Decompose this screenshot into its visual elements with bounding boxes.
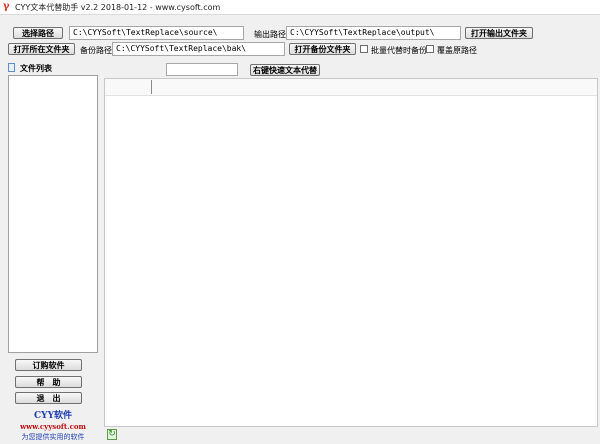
file-list[interactable] [8, 75, 98, 353]
title-bar: γ CYY文本代替助手 v2.2 2018-01-12 - www.cysoft… [0, 0, 600, 15]
text-editor-area[interactable] [104, 78, 598, 427]
document-icon [8, 63, 15, 72]
brand-block: CYY软件 www.cyysoft.com 为您提供实用的软件 [8, 408, 98, 442]
output-path-field[interactable]: C:\CYYSoft\TextReplace\output\ [286, 26, 461, 40]
exit-button[interactable]: 退 出 [15, 392, 82, 404]
refresh-icon[interactable]: ↻ [107, 429, 117, 440]
brand-title: CYY软件 [33, 411, 72, 421]
editor-cursor-divider [151, 80, 152, 94]
open-backup-folder-button[interactable]: 打开备份文件夹 [289, 43, 356, 55]
open-containing-folder-button[interactable]: 打开所在文件夹 [8, 43, 75, 55]
output-path-label: 输出路径 [254, 30, 286, 39]
brand-slogan: 为您提供实用的软件 [21, 433, 85, 441]
batch-backup-label: 批量代替时备份 [371, 46, 427, 55]
editor-tab-strip [105, 79, 597, 96]
batch-backup-checkbox[interactable] [360, 45, 368, 53]
order-software-button[interactable]: 订购软件 [15, 359, 82, 371]
overwrite-path-checkbox[interactable] [426, 45, 434, 53]
status-bar: ↻ [104, 427, 598, 444]
backup-path-label: 备份路径 [80, 46, 112, 55]
open-output-folder-button[interactable]: 打开输出文件夹 [465, 27, 533, 39]
window-title: CYY文本代替助手 v2.2 2018-01-12 - www.cysoft.c… [15, 3, 221, 12]
search-input[interactable] [166, 63, 238, 76]
source-path-field[interactable]: C:\CYYSoft\TextReplace\source\ [69, 26, 244, 40]
cyy-logo-icon: γ [3, 1, 10, 12]
backup-path-field[interactable]: C:\CYYSoft\TextReplace\bak\ [112, 42, 285, 56]
overwrite-path-label: 覆盖原路径 [437, 46, 477, 55]
file-list-title: 文件列表 [20, 64, 52, 73]
right-click-replace-button[interactable]: 右键快速文本代替 [250, 64, 320, 76]
app-window: γ CYY文本代替助手 v2.2 2018-01-12 - www.cysoft… [0, 0, 600, 444]
file-list-header: 文件列表 [8, 62, 98, 74]
brand-site[interactable]: www.cyysoft.com [8, 422, 98, 431]
help-button[interactable]: 帮 助 [15, 376, 82, 388]
select-path-button[interactable]: 选择路径 [13, 27, 63, 39]
